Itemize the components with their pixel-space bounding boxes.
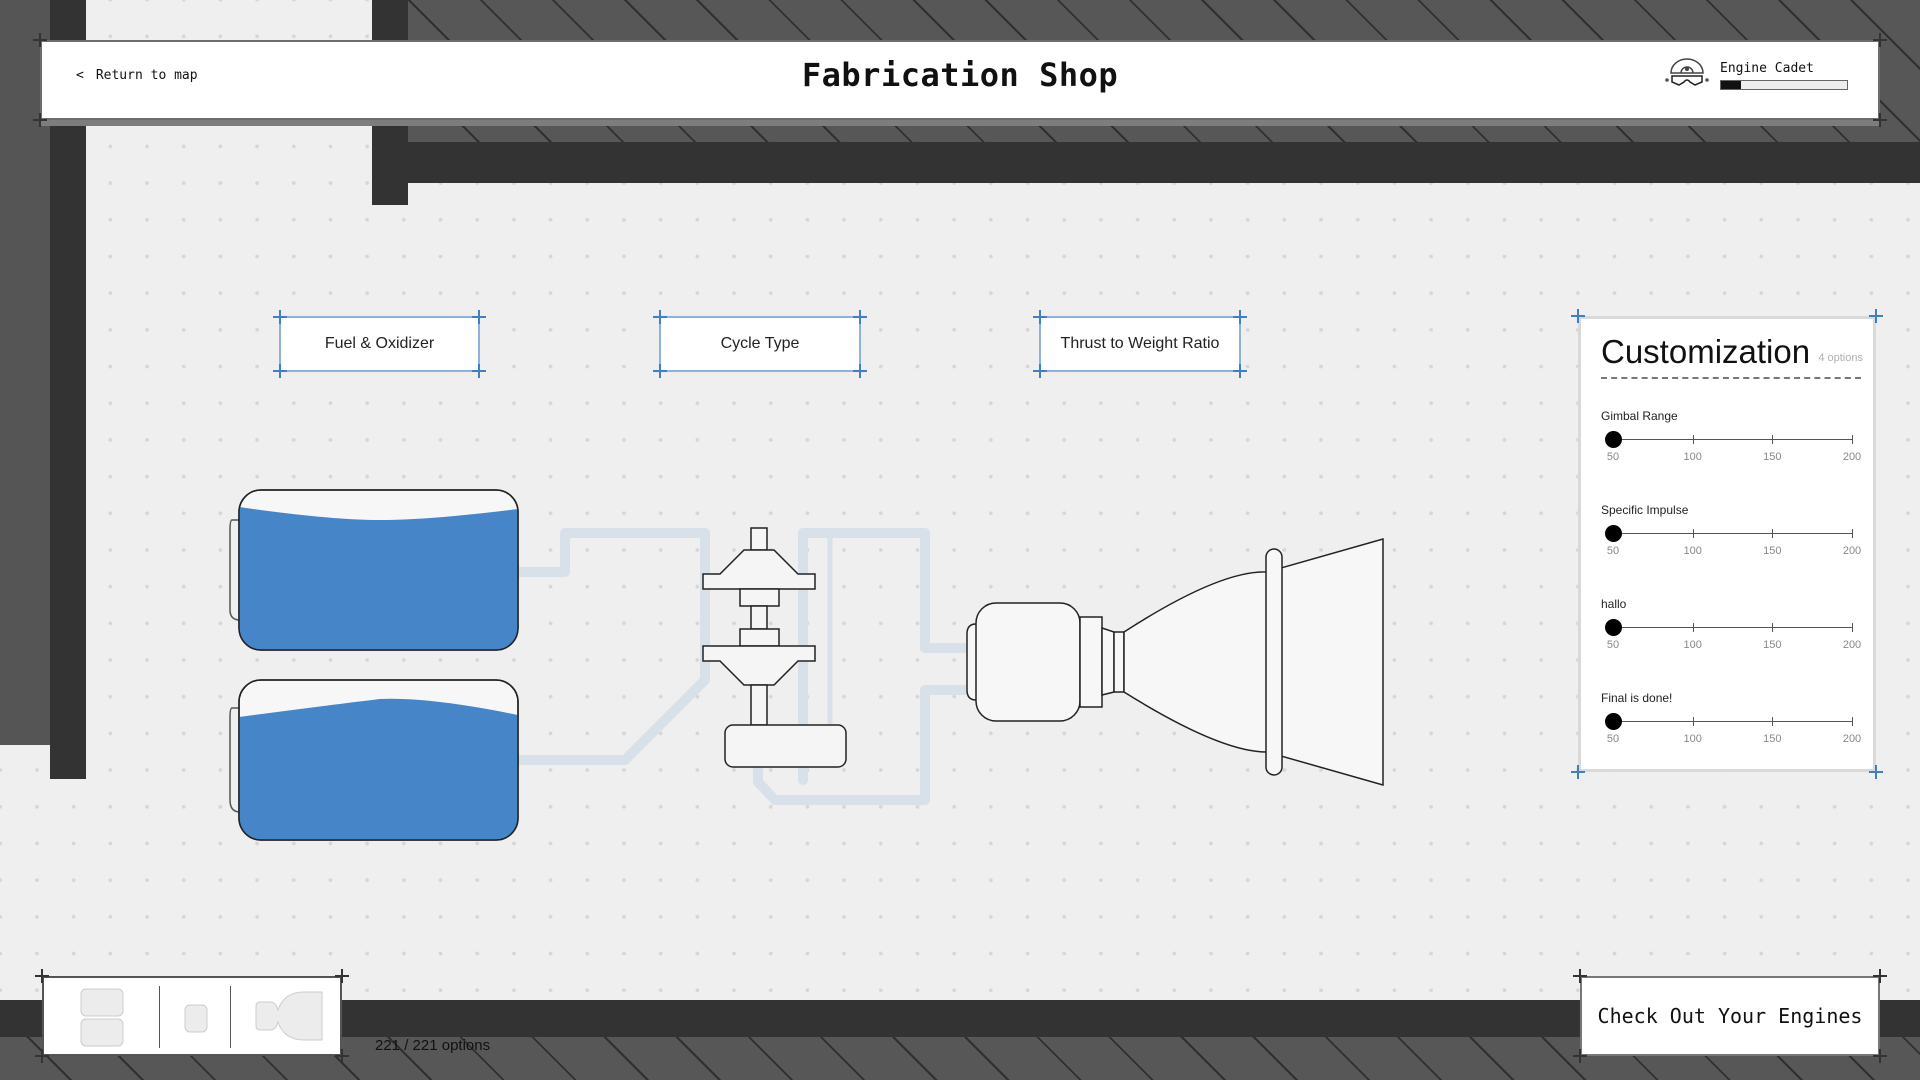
thrust-chamber[interactable] bbox=[966, 538, 1384, 786]
slider-tick bbox=[1692, 717, 1694, 726]
slider-tick bbox=[1852, 529, 1853, 538]
slider-track[interactable] bbox=[1613, 623, 1853, 632]
slider-label: Gimbal Range bbox=[1601, 409, 1678, 423]
divider bbox=[1601, 377, 1861, 379]
turbopump[interactable] bbox=[702, 527, 847, 768]
slider-tick bbox=[1852, 623, 1853, 632]
slider-track[interactable] bbox=[1613, 529, 1853, 538]
tray-divider bbox=[230, 986, 231, 1048]
tray-divider bbox=[159, 986, 160, 1048]
slider-label: hallo bbox=[1601, 597, 1627, 611]
slider-tick bbox=[1772, 529, 1774, 538]
slider-tick bbox=[1772, 717, 1774, 726]
slider-tick-label: 150 bbox=[1763, 545, 1782, 557]
slider-label: Final is done! bbox=[1601, 691, 1673, 705]
slider-tick-label: 100 bbox=[1683, 451, 1702, 463]
slider-tick bbox=[1852, 717, 1853, 726]
slider-handle[interactable] bbox=[1605, 431, 1622, 448]
slider-gimbal-range: Gimbal Range 50 100 150 200 bbox=[1601, 409, 1863, 489]
parts-tray bbox=[35, 969, 349, 1063]
slider-tick-label: 100 bbox=[1683, 639, 1702, 651]
slider-tick bbox=[1692, 623, 1694, 632]
slider-handle[interactable] bbox=[1605, 713, 1622, 730]
nozzle-icon bbox=[255, 991, 323, 1041]
slider-tick bbox=[1772, 623, 1774, 632]
pump-icon bbox=[184, 1004, 208, 1033]
slider-final-is-done: Final is done! 50 100 150 200 bbox=[1601, 691, 1863, 771]
slider-tick-label: 50 bbox=[1606, 733, 1620, 745]
slider-tick bbox=[1692, 435, 1694, 444]
slider-handle[interactable] bbox=[1605, 525, 1622, 542]
slider-tick-label: 50 bbox=[1606, 451, 1620, 463]
fuel-pipe bbox=[513, 528, 710, 765]
slider-tick-label: 150 bbox=[1763, 733, 1782, 745]
slider-tick-label: 100 bbox=[1683, 545, 1702, 557]
slider-handle[interactable] bbox=[1605, 619, 1622, 636]
slider-tick-label: 200 bbox=[1842, 733, 1862, 745]
tray-item-nozzle[interactable] bbox=[254, 990, 324, 1042]
slider-tick-label: 150 bbox=[1763, 451, 1782, 463]
slider-tick-label: 50 bbox=[1606, 639, 1620, 651]
slider-label: Specific Impulse bbox=[1601, 503, 1689, 517]
tray-item-tanks[interactable] bbox=[80, 988, 124, 1048]
options-count-label: 4 options bbox=[1818, 352, 1863, 364]
slider-tick-label: 50 bbox=[1606, 545, 1620, 557]
slider-tick-label: 200 bbox=[1842, 639, 1862, 651]
panel-title: Customization bbox=[1601, 333, 1811, 370]
tanks-icon bbox=[80, 988, 124, 1047]
slider-tick-label: 100 bbox=[1683, 733, 1702, 745]
slider-specific-impulse: Specific Impulse 50 100 150 200 bbox=[1601, 503, 1863, 583]
total-options-count: 221 / 221 options bbox=[375, 1037, 491, 1054]
tray-item-pump[interactable] bbox=[184, 1004, 208, 1034]
slider-track[interactable] bbox=[1613, 717, 1853, 726]
slider-tick-label: 200 bbox=[1842, 545, 1862, 557]
slider-tick bbox=[1852, 435, 1853, 444]
slider-tick-label: 150 bbox=[1763, 639, 1782, 651]
slider-tick bbox=[1772, 435, 1774, 444]
checkout-label: Check Out Your Engines bbox=[1597, 1004, 1863, 1028]
slider-track[interactable] bbox=[1613, 435, 1853, 444]
oxidizer-tank[interactable] bbox=[229, 679, 519, 841]
check-out-engines-button[interactable]: Check Out Your Engines bbox=[1573, 969, 1887, 1063]
slider-tick bbox=[1692, 529, 1694, 538]
slider-tick-label: 200 bbox=[1842, 451, 1862, 463]
customization-panel: Customization 4 options Gimbal Range 50 10… bbox=[1571, 309, 1883, 779]
fuel-tank[interactable] bbox=[229, 489, 519, 651]
slider-hallo: hallo 50 100 150 200 bbox=[1601, 597, 1863, 677]
